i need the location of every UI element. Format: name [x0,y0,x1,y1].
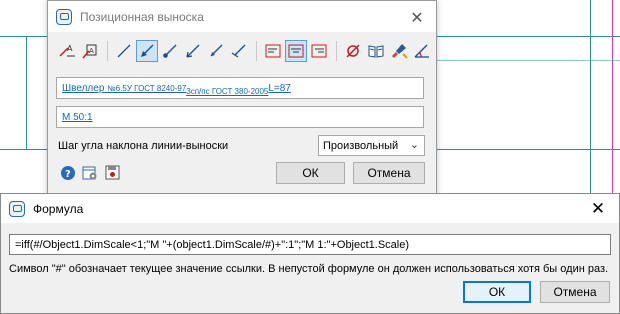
ok-button[interactable]: ОК [463,281,531,303]
app-dialog-icon [9,200,25,217]
align-right-icon[interactable] [308,40,330,62]
angle-step-value: Произвольный [323,139,399,152]
line-arrow-small-icon[interactable] [205,40,227,62]
close-icon[interactable]: ✕ [408,8,426,28]
designation-tail: L=87 [268,82,291,94]
close-icon[interactable]: ✕ [589,199,607,219]
position-leader-dialog: Позиционная выноска ✕ A A Швеллер №6.5У … [47,0,437,196]
book-icon[interactable] [365,40,387,62]
drawing-line [437,149,620,150]
app-dialog-icon [56,8,72,25]
toolbar-separator [336,41,337,61]
ok-button[interactable]: ОК [276,162,345,184]
designation-field[interactable]: Швеллер №6.5У ГОСТ 8240-97 3сп/пс ГОСТ 3… [56,77,424,99]
line-tick-icon[interactable] [228,40,250,62]
dialog-titlebar[interactable]: Формула ✕ [1,194,619,223]
svg-text:?: ? [65,169,71,180]
toolbar: A A [56,39,434,63]
help-icon[interactable]: ? [60,165,76,181]
angle-step-label: Шаг угла наклона линии-выноски [58,140,229,152]
leader-text-left-icon[interactable]: A [56,40,78,62]
align-center-icon[interactable] [285,40,307,62]
drawing-line [590,0,591,193]
designation-sub: 3сп/пс ГОСТ 380-2005 [186,86,269,96]
formula-hint: Символ "#" обозначает текущее значение с… [9,263,609,275]
drawing-line [26,36,27,150]
line-dot-icon[interactable] [159,40,181,62]
angle-step-select[interactable]: Произвольный ⌄ [318,135,425,156]
toolbar-separator [256,41,257,61]
save-icon[interactable] [105,165,121,181]
brush-icon[interactable] [388,40,410,62]
dialog-title: Позиционная выноска [80,9,204,24]
designation-sup: №6.5У ГОСТ 8240-97 [107,83,187,93]
leader-text-right-icon[interactable]: A [79,40,101,62]
chevron-down-icon: ⌄ [409,139,419,151]
designation-main: Швеллер [62,82,105,94]
scale-value: М 50:1 [62,111,93,123]
scale-field[interactable]: М 50:1 [56,106,424,128]
svg-text:A: A [67,44,73,53]
formula-dialog: Формула ✕ =iff(#/Object1.DimScale<1;"М "… [0,193,620,314]
cancel-button[interactable]: Отмена [540,281,610,303]
drawing-line [0,36,47,37]
dialog-titlebar[interactable]: Позиционная выноска ✕ [48,1,436,32]
dialog-title: Формула [33,201,84,216]
drawing-line [437,60,620,61]
line-arrow-icon[interactable] [182,40,204,62]
line-arrow-active-icon[interactable] [136,40,158,62]
drawing-line [612,0,613,193]
cancel-button[interactable]: Отмена [353,162,425,184]
align-left-icon[interactable] [262,40,284,62]
drawing-line [0,149,47,150]
toolbar-separator [107,41,108,61]
svg-text:A: A [89,47,94,55]
settings-icon[interactable] [82,165,98,181]
drawing-line [437,36,620,37]
formula-input[interactable]: =iff(#/Object1.DimScale<1;"М "+(object1.… [9,234,611,255]
line-plain-icon[interactable] [113,40,135,62]
angle-icon[interactable] [411,40,433,62]
diameter-icon[interactable] [342,40,364,62]
